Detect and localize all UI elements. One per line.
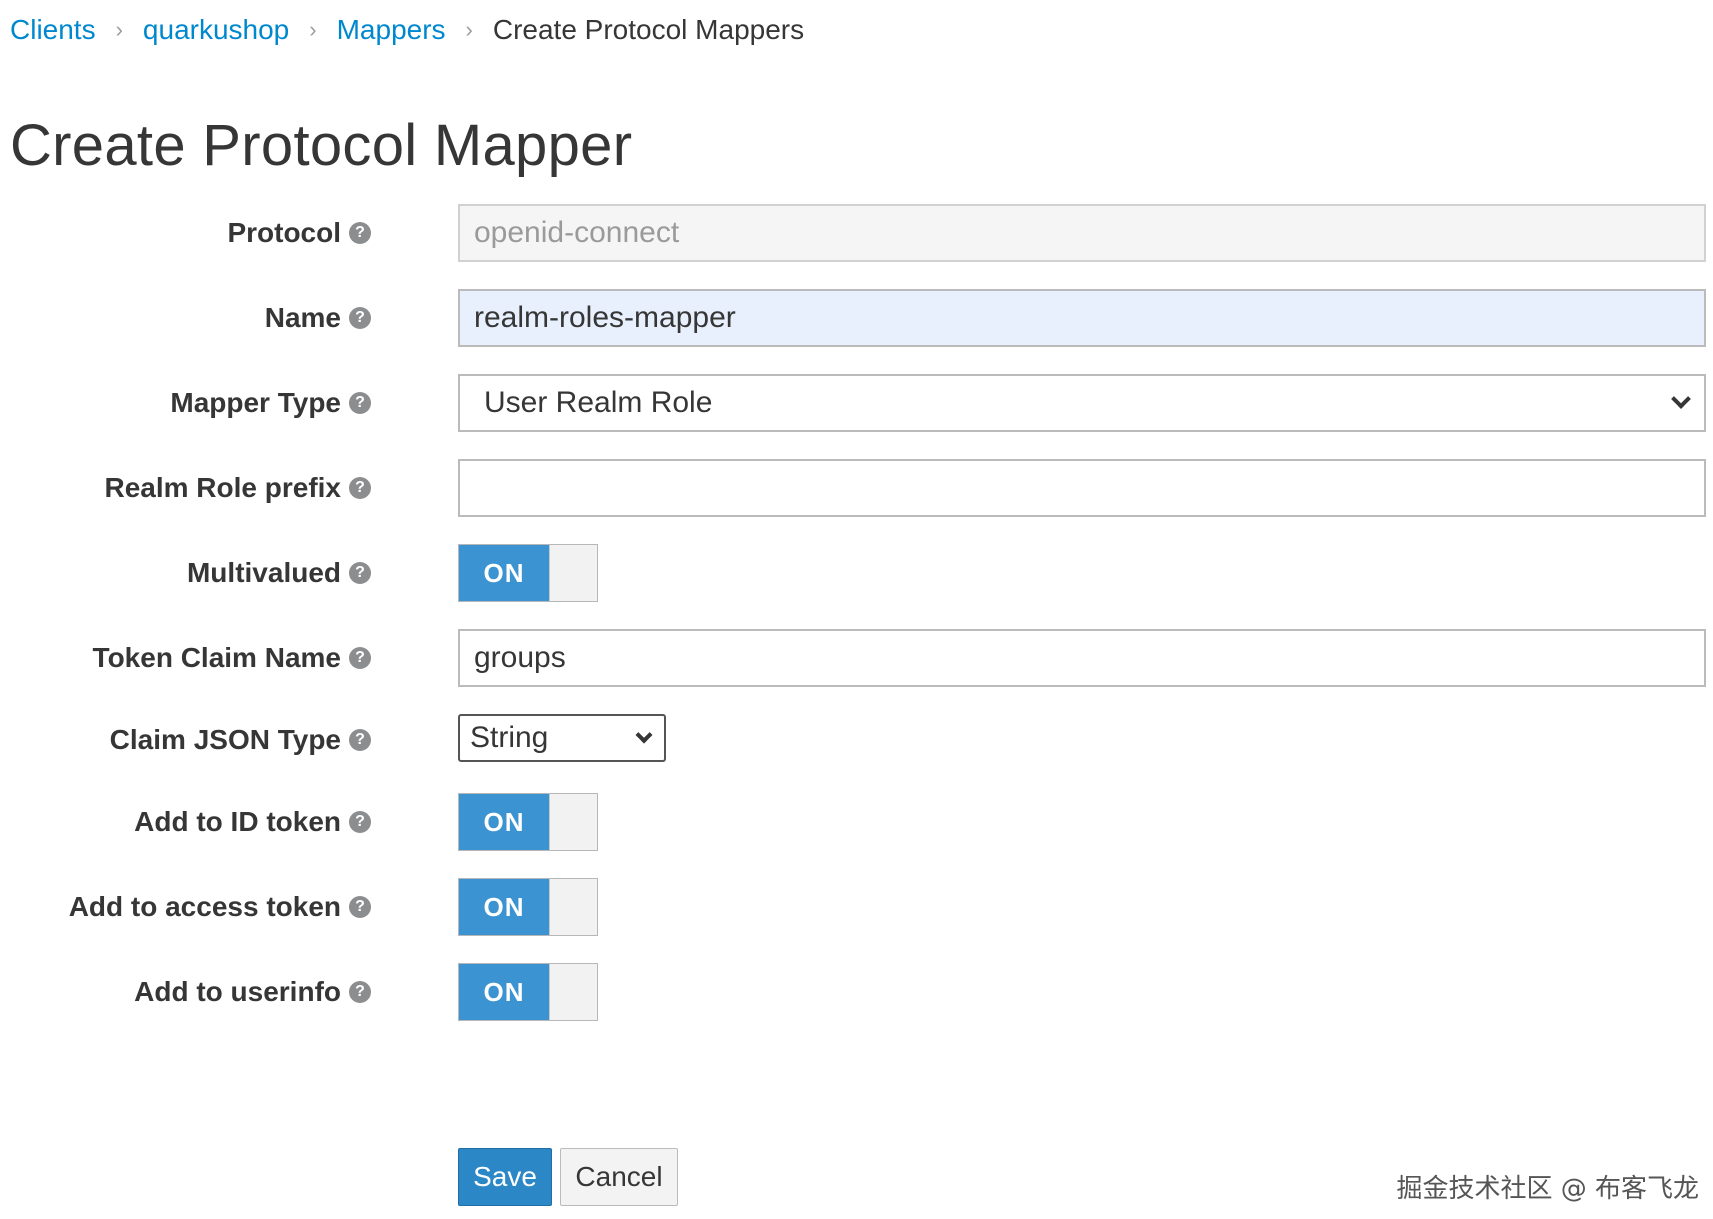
breadcrumb: Clients › quarkushop › Mappers › Create … <box>10 10 804 50</box>
claim-json-type-select[interactable]: String <box>458 714 666 762</box>
protocol-label: Protocol ? <box>227 204 371 262</box>
breadcrumb-separator-icon: › <box>115 17 123 42</box>
add-to-access-token-row: Add to access token ? ON <box>0 878 1713 936</box>
page-title: Create Protocol Mapper <box>10 113 633 178</box>
help-icon[interactable]: ? <box>349 477 371 499</box>
add-to-userinfo-toggle[interactable]: ON <box>458 963 598 1021</box>
help-icon[interactable]: ? <box>349 392 371 414</box>
mapper-type-label: Mapper Type ? <box>170 374 371 432</box>
add-to-userinfo-label: Add to userinfo ? <box>134 963 371 1021</box>
toggle-on-label: ON <box>459 879 549 935</box>
breadcrumb-clients-link[interactable]: Clients <box>10 14 96 46</box>
protocol-field: openid-connect <box>458 204 1706 262</box>
toggle-handle <box>549 879 597 935</box>
save-button[interactable]: Save <box>458 1148 552 1206</box>
realm-role-prefix-input[interactable] <box>458 459 1706 517</box>
multivalued-toggle[interactable]: ON <box>458 544 598 602</box>
token-claim-name-label: Token Claim Name ? <box>93 629 371 687</box>
multivalued-row: Multivalued ? ON <box>0 544 1713 602</box>
help-icon[interactable]: ? <box>349 562 371 584</box>
add-to-id-token-row: Add to ID token ? ON <box>0 793 1713 851</box>
name-input[interactable]: realm-roles-mapper <box>458 289 1706 347</box>
toggle-handle <box>549 964 597 1020</box>
token-claim-name-row: Token Claim Name ? groups <box>0 629 1713 687</box>
add-to-access-token-label: Add to access token ? <box>69 878 371 936</box>
help-icon[interactable]: ? <box>349 222 371 244</box>
multivalued-label: Multivalued ? <box>187 544 371 602</box>
toggle-handle <box>549 545 597 601</box>
help-icon[interactable]: ? <box>349 729 371 751</box>
add-to-access-token-toggle[interactable]: ON <box>458 878 598 936</box>
mapper-type-row: Mapper Type ? User Realm Role <box>0 374 1713 432</box>
chevron-down-icon <box>1671 389 1691 409</box>
help-icon[interactable]: ? <box>349 981 371 1003</box>
breadcrumb-current: Create Protocol Mappers <box>492 14 805 45</box>
chevron-down-icon <box>635 726 653 744</box>
protocol-row: Protocol ? openid-connect <box>0 204 1713 262</box>
realm-role-prefix-row: Realm Role prefix ? <box>0 459 1713 517</box>
claim-json-type-label: Claim JSON Type ? <box>110 716 371 764</box>
mapper-type-select[interactable]: User Realm Role <box>458 374 1706 432</box>
realm-role-prefix-label: Realm Role prefix ? <box>104 459 371 517</box>
toggle-on-label: ON <box>459 794 549 850</box>
claim-json-type-value: String <box>470 721 549 754</box>
claim-json-type-row: Claim JSON Type ? String <box>0 714 1713 772</box>
help-icon[interactable]: ? <box>349 896 371 918</box>
add-to-id-token-toggle[interactable]: ON <box>458 793 598 851</box>
toggle-on-label: ON <box>459 545 549 601</box>
breadcrumb-separator-icon: › <box>309 17 317 42</box>
breadcrumb-mappers-link[interactable]: Mappers <box>337 14 446 46</box>
toggle-on-label: ON <box>459 964 549 1020</box>
help-icon[interactable]: ? <box>349 647 371 669</box>
toggle-handle <box>549 794 597 850</box>
help-icon[interactable]: ? <box>349 307 371 329</box>
mapper-type-value: User Realm Role <box>484 386 713 419</box>
token-claim-name-input[interactable]: groups <box>458 629 1706 687</box>
cancel-button[interactable]: Cancel <box>560 1148 678 1206</box>
name-label: Name ? <box>265 289 371 347</box>
breadcrumb-client-link[interactable]: quarkushop <box>143 14 289 46</box>
name-row: Name ? realm-roles-mapper <box>0 289 1713 347</box>
watermark: 掘金技术社区 @ 布客飞龙 <box>1396 1174 1699 1204</box>
add-to-id-token-label: Add to ID token ? <box>134 793 371 851</box>
add-to-userinfo-row: Add to userinfo ? ON <box>0 963 1713 1021</box>
breadcrumb-separator-icon: › <box>465 17 473 42</box>
help-icon[interactable]: ? <box>349 811 371 833</box>
